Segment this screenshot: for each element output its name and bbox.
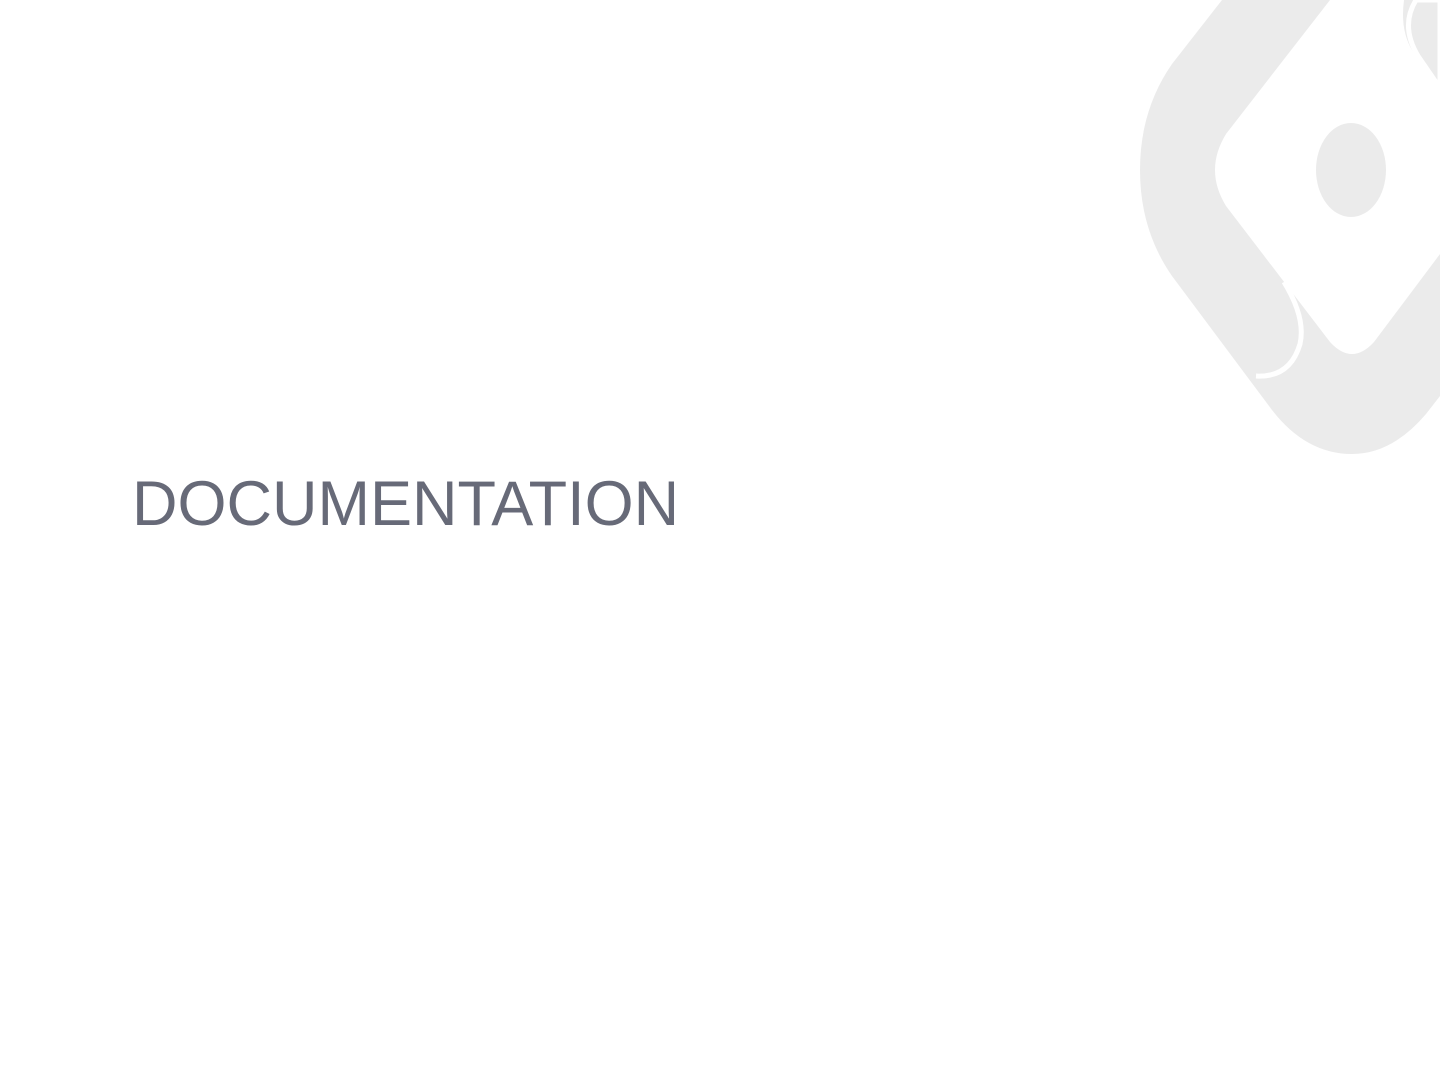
watermark-dot: [1316, 123, 1386, 217]
page-title: DOCUMENTATION: [132, 469, 680, 539]
watermark-frame: [1140, 0, 1440, 454]
watermark-top-arc: [1406, 0, 1440, 93]
slide: DOCUMENTATION: [0, 0, 1440, 1080]
